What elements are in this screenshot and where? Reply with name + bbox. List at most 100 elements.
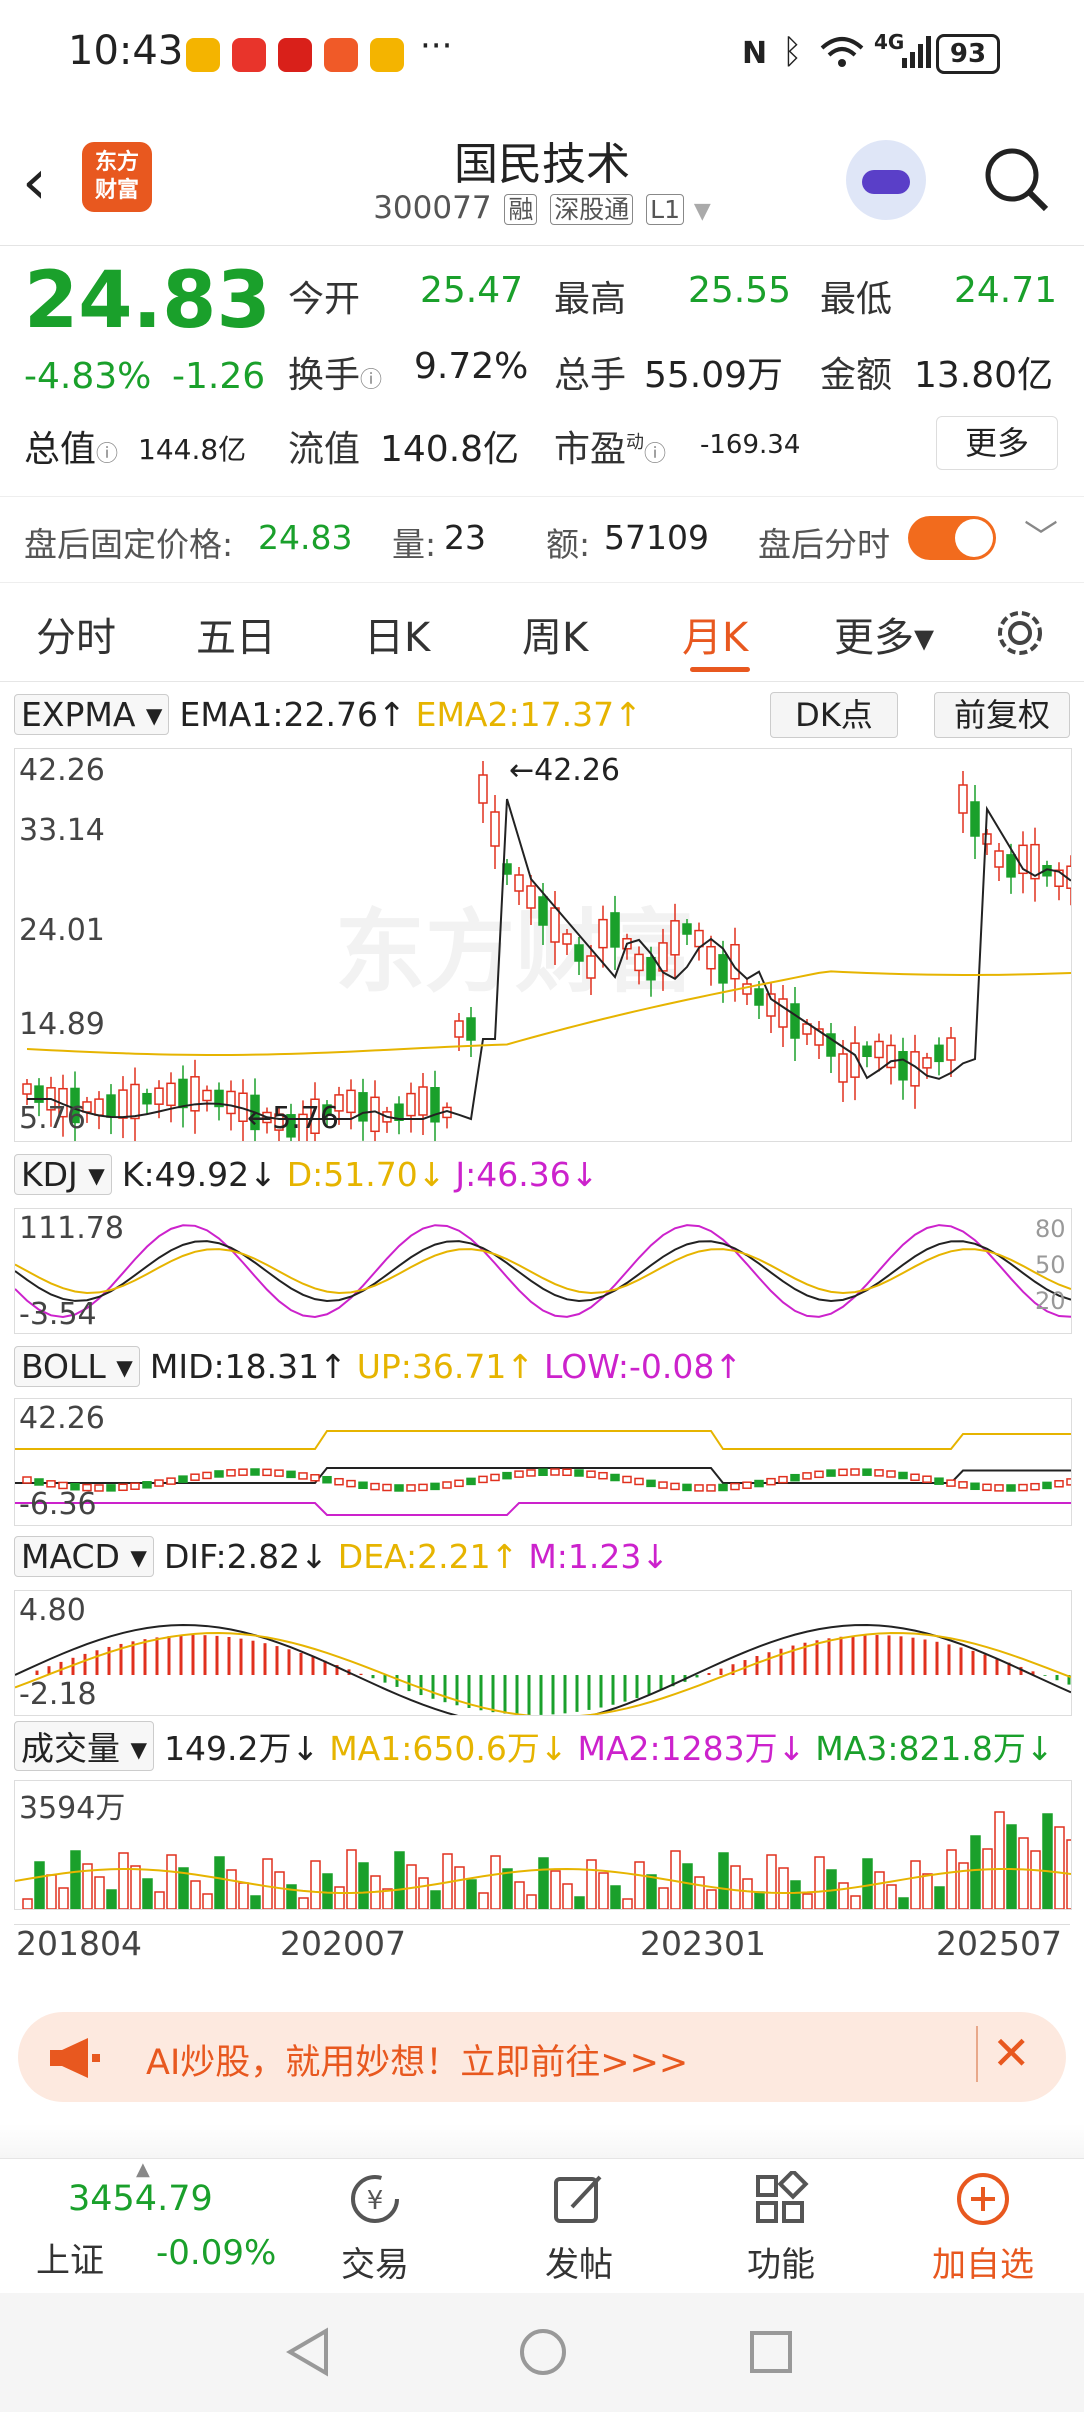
more-button[interactable]: 更多	[936, 416, 1058, 470]
tab-monthly-k[interactable]: 月K	[682, 605, 748, 663]
vol-value: 149.2万↓	[164, 1729, 320, 1768]
boll-candle	[478, 1475, 488, 1484]
boll-candle	[994, 1484, 1004, 1492]
macd-panel[interactable]: 4.80 -2.18	[14, 1590, 1072, 1716]
high-label: 最高	[554, 279, 627, 320]
tick-1: 42.26	[19, 753, 105, 788]
amount-label: 金额	[820, 355, 893, 396]
candle	[610, 912, 620, 948]
kline-panel[interactable]: 东方财富 42.26 33.14 24.01 14.89 5.76 ←42.26…	[14, 748, 1072, 1142]
nav-home-icon[interactable]	[518, 2327, 568, 2377]
bluetooth-icon: ᛒ	[782, 32, 803, 72]
chevron-down-icon[interactable]: ▼	[694, 199, 711, 224]
volume-bar	[934, 1886, 945, 1909]
candle	[358, 1092, 368, 1122]
volume-bar	[262, 1858, 273, 1909]
boll-candle	[382, 1483, 392, 1492]
expma-dropdown[interactable]: EXPMA ▾	[14, 693, 170, 735]
nav-back-icon[interactable]	[286, 2327, 330, 2377]
float-value: 140.8亿	[380, 429, 520, 470]
boll-candle	[538, 1468, 548, 1476]
boll-candle	[286, 1470, 296, 1479]
macd-dropdown[interactable]: MACD ▾	[14, 1535, 154, 1577]
tab-more[interactable]: 更多▾	[834, 605, 934, 663]
tab-weekly-k[interactable]: 周K	[522, 605, 588, 663]
candle	[790, 1003, 800, 1039]
kdj-dropdown[interactable]: KDJ ▾	[14, 1153, 112, 1195]
nav-trade[interactable]: ¥ 交易	[300, 2171, 450, 2286]
candle	[1006, 854, 1016, 878]
boll-candle	[670, 1482, 680, 1491]
volume-bar	[778, 1867, 789, 1909]
candle	[490, 811, 500, 847]
add-circle-icon	[957, 2173, 1009, 2225]
index-value[interactable]: 3454.79	[68, 2179, 213, 2219]
search-icon[interactable]	[982, 145, 1052, 215]
candle	[94, 1098, 104, 1116]
boll-candle	[142, 1481, 152, 1489]
after-hours-toggle[interactable]	[908, 516, 996, 560]
volume-bar	[298, 1897, 309, 1909]
candle	[922, 1057, 932, 1069]
adjust-button[interactable]: 前复权	[934, 692, 1070, 738]
volume-bar	[874, 1871, 885, 1909]
close-icon[interactable]: ✕	[992, 2026, 1031, 2080]
boll-candle	[46, 1480, 56, 1488]
volume-bar	[118, 1852, 129, 1909]
nav-add-watchlist[interactable]: 加自选	[908, 2171, 1058, 2286]
kdj-j: J:46.36↓	[455, 1154, 599, 1194]
nav-functions[interactable]: 功能	[706, 2168, 856, 2286]
nav-recents-icon[interactable]	[748, 2329, 794, 2375]
candle	[574, 944, 584, 962]
boll-candle	[430, 1482, 440, 1491]
boll-candle	[862, 1468, 872, 1476]
boll-candle	[574, 1469, 584, 1477]
volume-bar	[586, 1859, 597, 1909]
robot-avatar-icon[interactable]	[846, 140, 926, 220]
high-value: 25.55	[688, 270, 792, 311]
volume-dropdown[interactable]: 成交量 ▾	[14, 1721, 155, 1771]
expand-icon[interactable]: ﹀	[1024, 510, 1058, 559]
boll-candle	[226, 1469, 236, 1477]
candle	[778, 998, 788, 1028]
boll-candle	[238, 1468, 248, 1476]
kdj-panel[interactable]: 111.78 -3.54 80 50 20	[14, 1208, 1072, 1334]
volume-bar	[58, 1887, 69, 1909]
stock-code: 300077	[373, 190, 492, 226]
kdj-d: D:51.70↓	[286, 1154, 446, 1194]
svg-text:¥: ¥	[367, 2186, 384, 2216]
macd-svg	[15, 1624, 1071, 1715]
volume-bar	[238, 1882, 249, 1909]
boll-candle	[970, 1482, 980, 1491]
status-bar: 10:43 ··· N ᛒ 4G 93	[0, 0, 1084, 110]
tab-five-day[interactable]: 五日	[196, 605, 276, 663]
low-value: 24.71	[954, 270, 1058, 311]
settings-gear-icon[interactable]	[994, 607, 1046, 659]
boll-candle	[586, 1470, 596, 1478]
volume-bar	[70, 1850, 81, 1909]
nav-post[interactable]: 发帖	[504, 2171, 654, 2286]
ai-promo-banner[interactable]: AI炒股，就用妙想！立即前往>>> ✕	[18, 2012, 1066, 2102]
volume-bar	[250, 1895, 261, 1909]
boll-candle	[886, 1470, 896, 1478]
tab-intraday[interactable]: 分时	[36, 605, 116, 663]
boll-dropdown[interactable]: BOLL ▾	[14, 1345, 140, 1387]
dk-point-button[interactable]: DK点	[770, 692, 898, 738]
boll-candle	[250, 1468, 260, 1476]
boll-panel[interactable]: 42.26 -6.36	[14, 1398, 1072, 1526]
candle	[718, 954, 728, 984]
volume-panel[interactable]: 3594万	[14, 1780, 1072, 1910]
boll-candle	[634, 1477, 644, 1486]
candle	[694, 929, 704, 948]
tab-daily-k[interactable]: 日K	[364, 605, 430, 663]
volume-bar	[430, 1890, 441, 1909]
candle	[742, 983, 752, 995]
volume-bar	[1018, 1837, 1029, 1909]
kline-svg	[22, 761, 1071, 1141]
index-name[interactable]: 上证	[36, 2233, 104, 2282]
macd-indicator-bar: MACD ▾ DIF:2.82↓ DEA:2.21↑ M:1.23↓	[14, 1534, 669, 1578]
candle	[898, 1051, 908, 1081]
boll-candle	[322, 1475, 332, 1484]
index-change[interactable]: -0.09%	[156, 2233, 276, 2273]
float-label: 流值	[288, 429, 361, 470]
